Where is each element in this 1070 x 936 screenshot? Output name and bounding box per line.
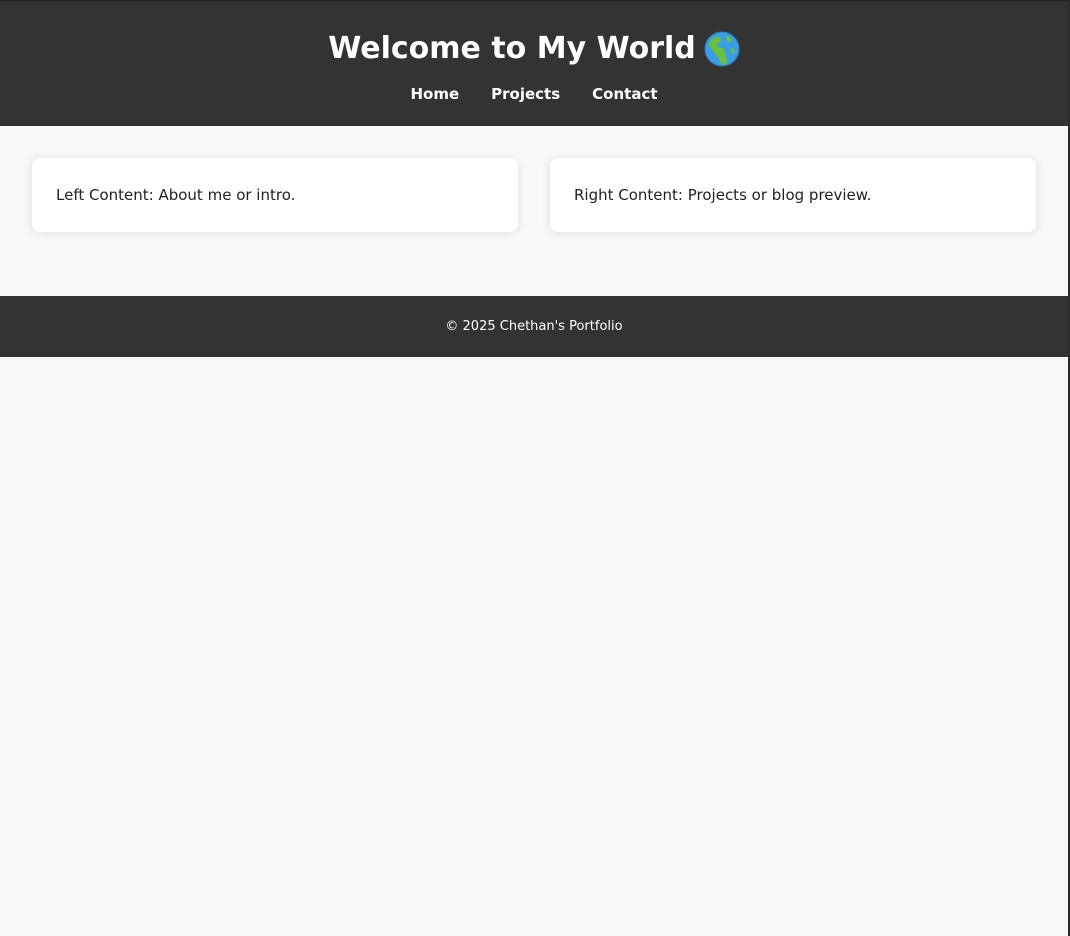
site-title: Welcome to My World (328, 31, 696, 66)
left-content-card: Left Content: About me or intro. (32, 158, 518, 232)
right-content-card: Right Content: Projects or blog preview. (550, 158, 1036, 232)
nav-projects-link[interactable]: Projects (491, 83, 560, 105)
page: Welcome to My World Home Projects Contac… (0, 0, 1068, 936)
nav-home-link[interactable]: Home (410, 83, 459, 105)
main-nav: Home Projects Contact (0, 83, 1068, 105)
nav-contact-link[interactable]: Contact (592, 83, 657, 105)
site-footer: © 2025 Chethan's Portfolio (0, 296, 1068, 357)
site-header: Welcome to My World Home Projects Contac… (0, 0, 1068, 126)
main-content: Left Content: About me or intro. Right C… (0, 126, 1068, 296)
right-content-text: Right Content: Projects or blog preview. (574, 186, 872, 204)
left-content-text: Left Content: About me or intro. (56, 186, 296, 204)
footer-copyright: © 2025 Chethan's Portfolio (445, 319, 623, 334)
globe-icon (704, 31, 740, 67)
title-row: Welcome to My World (0, 29, 1068, 69)
